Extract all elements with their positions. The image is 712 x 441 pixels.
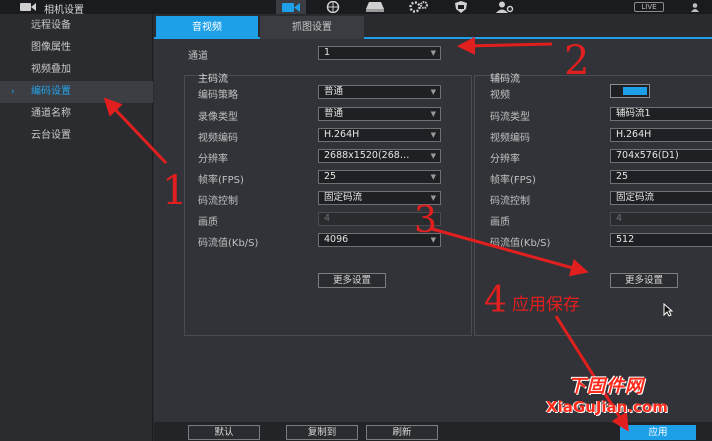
tab-bar: 音视频 抓图设置: [154, 14, 712, 39]
annotation-number-1: 1: [162, 168, 188, 214]
dropdown-arrow-icon: ▼: [430, 88, 436, 96]
main-field-label: 码流控制: [198, 196, 238, 207]
dropdown-arrow-icon: ▼: [430, 49, 436, 57]
default-button[interactable]: 默认: [188, 425, 260, 440]
main-frame-rate-select[interactable]: 25 ▼: [318, 170, 441, 184]
main-encode-strategy-select[interactable]: 普通 ▼: [318, 85, 441, 99]
toggle-knob: [623, 87, 647, 95]
sidebar-item-label: 编码设置: [31, 86, 71, 97]
channel-select[interactable]: 1 ▼: [318, 46, 441, 60]
sidebar-item-remote-device[interactable]: 远程设备: [0, 15, 153, 37]
copy-to-button[interactable]: 复制到: [286, 425, 358, 440]
main-more-settings-button[interactable]: 更多设置: [318, 273, 386, 288]
main-field-label: 编码策略: [198, 90, 238, 101]
dropdown-arrow-icon: ▼: [430, 173, 436, 181]
sidebar-item-image-attributes[interactable]: 图像属性: [0, 37, 153, 59]
channel-label: 通道: [188, 51, 208, 62]
dropdown-arrow-icon: ▼: [430, 110, 436, 118]
main-field-label: 视频编码: [198, 133, 238, 144]
main-field-value: 普通: [324, 86, 344, 97]
sub-bitrate-value-select[interactable]: 512: [610, 233, 712, 247]
main-field-label: 帧率(FPS): [198, 175, 244, 186]
sidebar-item-label: 远程设备: [31, 20, 71, 31]
sub-field-value: 辅码流1: [616, 108, 651, 119]
main-field-value: 固定码流: [324, 192, 363, 203]
main-field-value: 2688x1520(268…: [324, 150, 410, 161]
refresh-button[interactable]: 刷新: [366, 425, 438, 440]
sidebar-item-ptz-settings[interactable]: 云台设置: [0, 125, 153, 147]
sidebar-item-channel-name[interactable]: 通道名称: [0, 103, 153, 125]
main-video-encode-select[interactable]: H.264H ▼: [318, 128, 441, 142]
top-bar: 相机设置 LIVE: [0, 0, 712, 16]
sub-field-label: 帧率(FPS): [490, 175, 536, 186]
camera-icon[interactable]: [276, 0, 306, 14]
sub-quality-select: 4: [610, 212, 712, 226]
dropdown-arrow-icon: ▼: [430, 131, 436, 139]
network-icon[interactable]: [318, 0, 348, 14]
sub-stream-type-select[interactable]: 辅码流1: [610, 107, 712, 121]
storage-icon[interactable]: [360, 0, 390, 14]
sub-field-label: 码流控制: [490, 196, 530, 207]
sub-video-label: 视频: [490, 90, 510, 101]
annotation-number-3: 3: [414, 200, 437, 241]
main-stream-title: 主码流: [198, 74, 228, 85]
camera-icon: [20, 3, 36, 11]
main-record-type-select[interactable]: 普通 ▼: [318, 107, 441, 121]
sub-field-value: 512: [616, 234, 635, 245]
sub-field-value: 4: [616, 213, 623, 224]
main-field-value: H.264H: [324, 129, 360, 140]
main-field-value: 4: [324, 213, 331, 224]
sidebar-item-label: 通道名称: [31, 108, 71, 119]
mouse-cursor-icon: [663, 303, 673, 317]
sidebar-item-label: 视频叠加: [31, 64, 71, 75]
main-field-value: 普通: [324, 108, 344, 119]
dropdown-arrow-icon: ▼: [430, 152, 436, 160]
live-badge[interactable]: LIVE: [634, 2, 664, 12]
watermark-en: XiaGuJian.com: [546, 398, 668, 416]
gears-icon[interactable]: [404, 0, 434, 14]
annotation-number-4: 4: [484, 280, 507, 321]
annotation-number-2: 2: [564, 38, 590, 84]
sub-field-label: 码流类型: [490, 112, 530, 123]
sub-field-value: 704x576(D1): [616, 150, 679, 161]
sidebar-item-video-overlay[interactable]: 视频叠加: [0, 59, 153, 81]
main-field-value: 25: [324, 171, 337, 182]
sidebar-item-label: 图像属性: [31, 42, 71, 53]
main-resolution-select[interactable]: 2688x1520(268… ▼: [318, 149, 441, 163]
sub-bitrate-control-select[interactable]: 固定码流: [610, 191, 712, 205]
sub-video-encode-select[interactable]: H.264H: [610, 128, 712, 142]
watermark-logo: 下固件网 XiaGuJian.com: [546, 370, 696, 430]
shield-icon[interactable]: [446, 0, 476, 14]
channel-value: 1: [324, 47, 331, 58]
sidebar-item-encode-settings[interactable]: › 编码设置: [0, 81, 153, 103]
users-icon[interactable]: [490, 0, 520, 14]
sub-stream-title: 辅码流: [490, 74, 520, 85]
sub-resolution-select[interactable]: 704x576(D1): [610, 149, 712, 163]
main-field-label: 录像类型: [198, 112, 238, 123]
sub-frame-rate-select[interactable]: 25: [610, 170, 712, 184]
sub-field-label: 码流值(Kb/S): [490, 238, 551, 249]
main-field-label: 分辨率: [198, 154, 228, 165]
main-field-value: 4096: [324, 234, 349, 245]
annotation-apply-save-text: 应用保存: [512, 295, 580, 315]
sub-field-value: 固定码流: [616, 192, 655, 203]
watermark-cn: 下固件网: [568, 376, 644, 397]
sub-field-label: 分辨率: [490, 154, 520, 165]
tab-audio-video[interactable]: 音视频: [156, 16, 258, 39]
sub-field-value: H.264H: [616, 129, 652, 140]
sub-more-settings-button[interactable]: 更多设置: [610, 273, 678, 288]
main-field-label: 码流值(Kb/S): [198, 238, 259, 249]
tab-snapshot-settings[interactable]: 抓图设置: [260, 16, 364, 39]
sub-field-label: 视频编码: [490, 133, 530, 144]
main-field-label: 画质: [198, 217, 218, 228]
sub-field-value: 25: [616, 171, 629, 182]
sub-field-label: 画质: [490, 217, 510, 228]
chevron-right-icon: ›: [11, 87, 15, 97]
sidebar-item-label: 云台设置: [31, 130, 71, 141]
sub-video-toggle[interactable]: [610, 84, 650, 98]
sidebar: 远程设备 图像属性 视频叠加 › 编码设置 通道名称 云台设置: [0, 14, 153, 441]
person-icon[interactable]: [680, 0, 710, 14]
